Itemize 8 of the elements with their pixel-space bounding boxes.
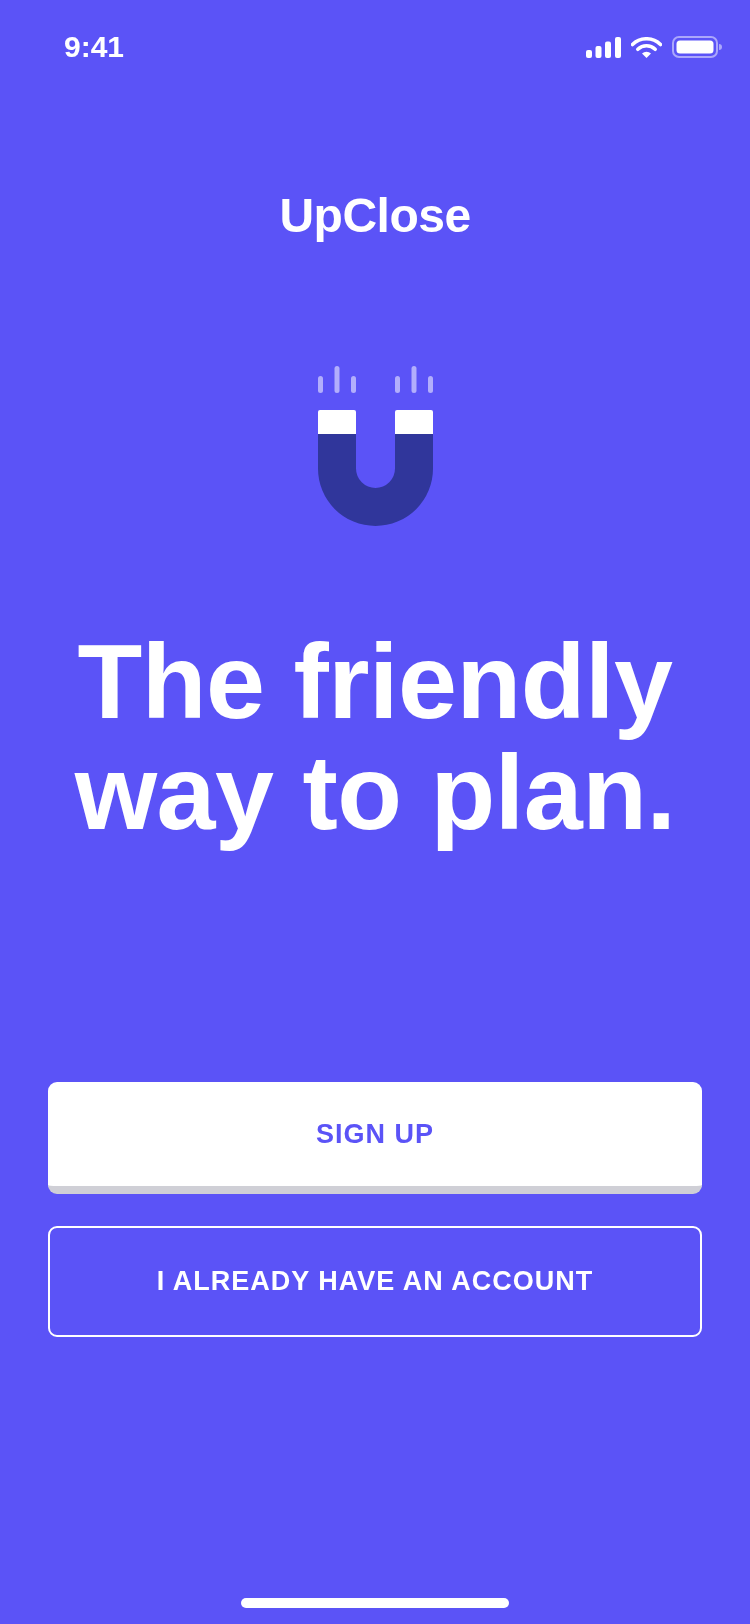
app-logo: UpClose [279,188,471,244]
wifi-icon [631,36,662,58]
status-time: 9:41 [64,29,125,65]
signal-icon [586,36,621,58]
magnet-icon [317,366,433,526]
sign-up-button[interactable]: SIGN UP [48,1082,702,1194]
battery-icon [672,36,722,58]
login-button[interactable]: I ALREADY HAVE AN ACCOUNT [48,1226,702,1337]
